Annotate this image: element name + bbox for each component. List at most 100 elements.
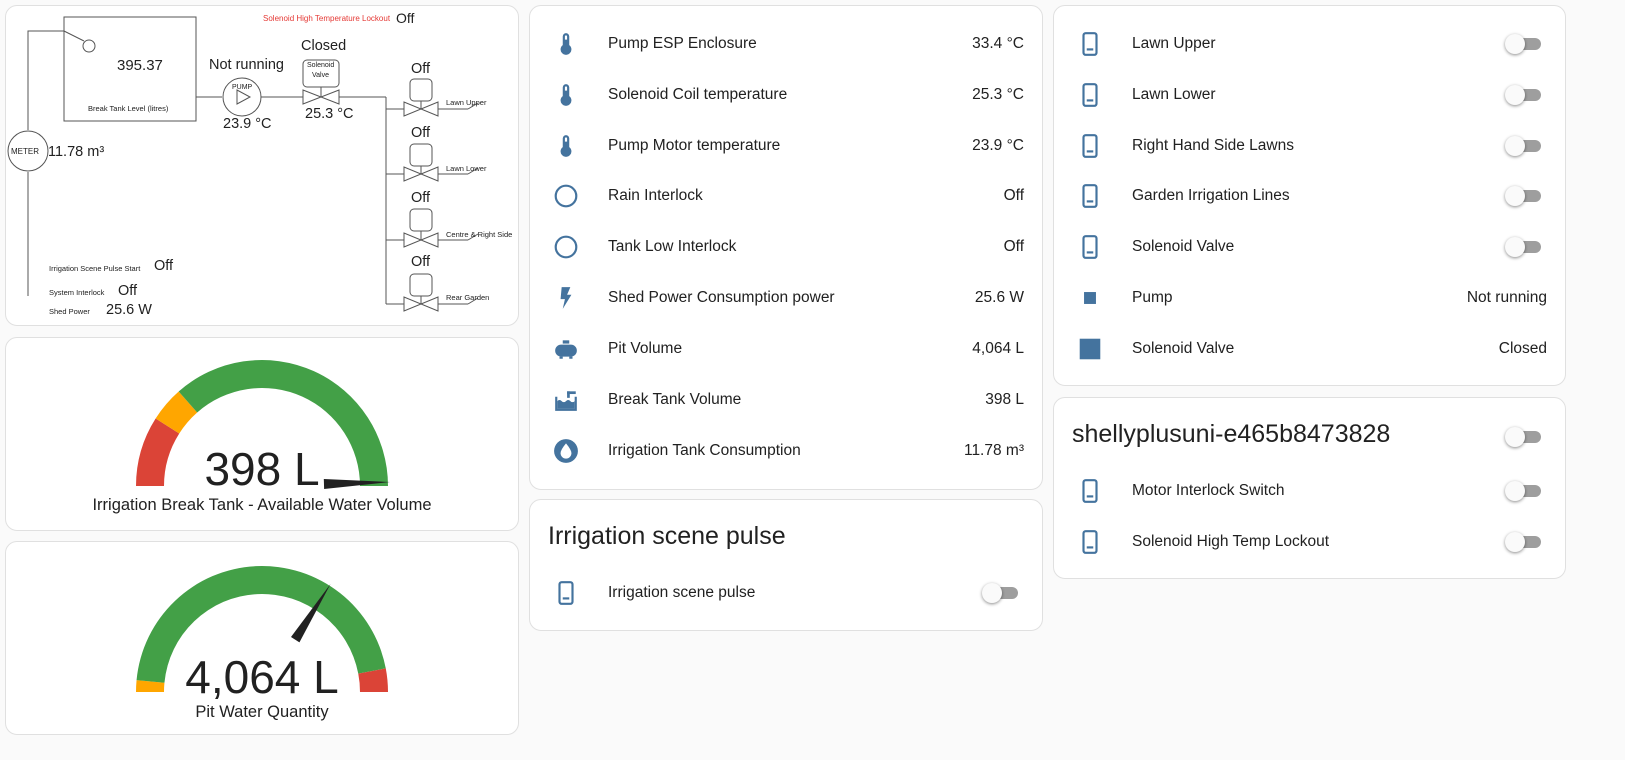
pit-gauge-card[interactable]: 4,064 L Pit Water Quantity [5,541,519,735]
sensor-row[interactable]: Rain Interlock Off [530,176,1042,216]
system-interlock-label: System Interlock [49,288,105,297]
pump-temp: 23.9 °C [223,116,272,132]
switch-label: Solenoid Valve [1132,238,1235,255]
valve-state-value: Closed [1498,340,1547,357]
pulse-toggle[interactable] [982,583,1020,603]
pulse-start-label: Irrigation Scene Pulse Start [49,264,141,273]
sensor-row[interactable]: Irrigation Tank Consumption 11.78 m³ [530,431,1042,471]
sensor-label: Solenoid Coil temperature [608,86,788,103]
cellphone-icon [1076,81,1104,109]
shelly-master-toggle[interactable] [1505,427,1543,447]
switch-row[interactable]: Lawn Lower [1054,75,1565,115]
tank-level-value: 395.37 [117,57,163,74]
sensor-label: Pump Motor temperature [608,137,781,154]
propane-tank-icon [552,335,580,363]
switch-row[interactable]: Right Hand Side Lawns [1054,126,1565,166]
switch-row[interactable]: Pump Not running [1054,278,1565,318]
sensor-value: 398 L [985,391,1024,408]
switch-row[interactable]: Solenoid Valve Closed [1054,329,1565,369]
card-title: Irrigation scene pulse [548,522,786,550]
lockout-value: Off [396,10,415,26]
sensor-row[interactable]: Shed Power Consumption power 25.6 W [530,278,1042,318]
diagram-lines [7,16,479,312]
thermometer-icon [552,30,580,58]
switch-label: Pump [1132,289,1173,306]
switch-label: Lawn Upper [1132,35,1216,52]
sensor-label: Tank Low Interlock [608,238,737,255]
switch-row[interactable]: Garden Irrigation Lines [1054,176,1565,216]
water-tank-icon [552,386,580,414]
cellphone-icon [1076,233,1104,261]
sensor-label: Irrigation Tank Consumption [608,442,801,459]
stop-large-icon [1076,335,1104,363]
lawn-lower-toggle[interactable] [1505,85,1543,105]
sensor-row[interactable]: Pump Motor temperature 23.9 °C [530,126,1042,166]
pit-name: Pit Water Quantity [195,703,329,721]
tank-label: Break Tank Level (litres) [88,104,169,113]
sensor-row[interactable]: Break Tank Volume 398 L [530,380,1042,420]
pulse-row[interactable]: Irrigation scene pulse [530,573,1042,613]
thermometer-icon [552,132,580,160]
shelly-card: shellyplusuni-e465b8473828 Motor Interlo… [1053,397,1566,579]
zone-4-status: Off [411,254,431,270]
motor-interlock-toggle[interactable] [1505,481,1543,501]
irrigation-diagram-card: Solenoid High Temperature Lockout Off 39… [5,5,519,326]
zone-1-name: Lawn Upper [446,98,487,107]
water-drop-icon [552,437,580,465]
sensor-label: Pit Volume [608,340,683,357]
sensor-row[interactable]: Tank Low Interlock Off [530,227,1042,267]
switch-row[interactable]: Solenoid Valve [1054,227,1565,267]
switch-row[interactable]: Lawn Upper [1054,24,1565,64]
zone-4-name: Rear Garden [446,293,490,302]
sensor-row[interactable]: Pump ESP Enclosure 33.4 °C [530,24,1042,64]
switch-label: Garden Irrigation Lines [1132,187,1290,204]
right-hand-side-lawns-toggle[interactable] [1505,136,1543,156]
sensor-label: Break Tank Volume [608,391,742,408]
valve-temp: 25.3 °C [305,106,354,122]
sensor-label: Pump ESP Enclosure [608,35,757,52]
zone-3-status: Off [411,190,431,206]
solenoid-high-temp-lockout-toggle[interactable] [1505,532,1543,552]
cellphone-icon [552,579,580,607]
zone-2-name: Lawn Lower [446,164,487,173]
flash-icon [552,284,580,312]
circle-outline-icon [552,233,580,261]
circle-outline-icon [552,182,580,210]
switch-label: Right Hand Side Lawns [1132,137,1294,154]
pulse-label: Irrigation scene pulse [608,584,756,601]
garden-irrigation-lines-toggle[interactable] [1505,186,1543,206]
pump-state-value: Not running [1466,289,1547,306]
pump-label: PUMP [232,84,253,91]
irrigation-pulse-card: Irrigation scene pulse Irrigation scene … [529,499,1043,631]
switch-label: Lawn Lower [1132,86,1216,103]
solenoid-valve-toggle[interactable] [1505,237,1543,257]
shelly-row[interactable]: Solenoid High Temp Lockout [1054,522,1565,562]
sensor-value: 33.4 °C [972,35,1024,52]
system-interlock-value: Off [118,283,138,299]
switches-card: Lawn Upper Lawn Lower Right Hand Side La… [1053,5,1566,386]
sensor-list-card: Pump ESP Enclosure 33.4 °C Solenoid Coil… [529,5,1043,490]
sensor-value: 23.9 °C [972,137,1024,154]
pulse-start-value: Off [154,258,174,274]
zone-3-name: Centre & Right Side [446,230,513,239]
valve-label-2: Valve [312,72,329,79]
zone-2-status: Off [411,125,431,141]
break-tank-name: Irrigation Break Tank - Available Water … [92,496,432,514]
stop-small-icon [1076,284,1104,312]
break-tank-value: 398 L [204,443,320,495]
sensor-value: Off [1003,187,1024,204]
lawn-upper-toggle[interactable] [1505,34,1543,54]
zone-1-status: Off [411,61,431,77]
thermometer-icon [552,81,580,109]
card-title: shellyplusuni-e465b8473828 [1072,420,1391,448]
cellphone-icon [1076,182,1104,210]
shelly-label: Motor Interlock Switch [1132,482,1285,499]
switch-label: Solenoid Valve [1132,340,1235,357]
break-tank-gauge-card[interactable]: 398 L Irrigation Break Tank - Available … [5,337,519,531]
pump-status: Not running [209,57,284,73]
valve-label-1: Solenoid [307,62,335,69]
sensor-row[interactable]: Pit Volume 4,064 L [530,329,1042,369]
shelly-row[interactable]: Motor Interlock Switch [1054,471,1565,511]
sensor-row[interactable]: Solenoid Coil temperature 25.3 °C [530,75,1042,115]
meter-label: METER [11,147,39,156]
